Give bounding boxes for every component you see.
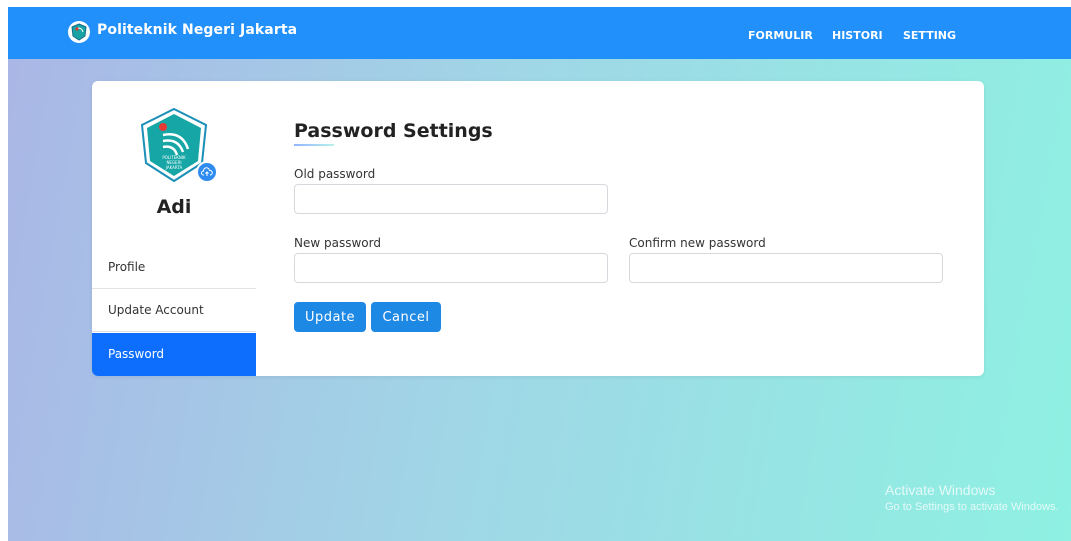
settings-card: POLITEKNIK NEGERI JAKARTA Adi Profile Up… <box>92 81 984 376</box>
nav-histori[interactable]: HISTORI <box>832 29 883 42</box>
sidebar-item-label: Profile <box>108 260 146 274</box>
logo-text-3: JAKARTA <box>165 165 183 170</box>
nav-formulir[interactable]: FORMULIR <box>748 29 813 42</box>
new-password-label: New password <box>294 236 381 250</box>
confirm-password-label: Confirm new password <box>629 236 766 250</box>
new-password-field[interactable] <box>294 253 608 283</box>
confirm-password-field[interactable] <box>629 253 943 283</box>
sidebar-item-update-account[interactable]: Update Account <box>92 289 256 332</box>
update-button[interactable]: Update <box>294 302 366 332</box>
title-underline <box>294 144 334 146</box>
cloud-upload-icon <box>201 167 213 176</box>
sidebar-item-label: Update Account <box>108 303 204 317</box>
sidebar: POLITEKNIK NEGERI JAKARTA Adi Profile Up… <box>92 81 256 376</box>
sidebar-item-label: Password <box>108 347 165 361</box>
upload-photo-button[interactable] <box>196 161 218 183</box>
sidebar-item-profile[interactable]: Profile <box>92 246 256 289</box>
nav-setting[interactable]: SETTING <box>903 29 956 42</box>
user-name: Adi <box>156 196 192 218</box>
brand-name[interactable]: Politeknik Negeri Jakarta <box>97 22 297 38</box>
top-navbar: Politeknik Negeri Jakarta FORMULIR HISTO… <box>8 7 1071 59</box>
activate-windows-subtitle: Go to Settings to activate Windows. <box>885 501 1059 513</box>
sidebar-item-password[interactable]: Password <box>92 333 256 376</box>
brand-logo-icon[interactable] <box>68 21 90 43</box>
password-form: Password Settings Old password New passw… <box>294 81 974 376</box>
page-background: Politeknik Negeri Jakarta FORMULIR HISTO… <box>8 7 1071 541</box>
page-title: Password Settings <box>294 120 493 142</box>
cancel-button[interactable]: Cancel <box>371 302 441 332</box>
old-password-field[interactable] <box>294 184 608 214</box>
old-password-label: Old password <box>294 167 376 181</box>
activate-windows-title: Activate Windows <box>885 482 996 498</box>
